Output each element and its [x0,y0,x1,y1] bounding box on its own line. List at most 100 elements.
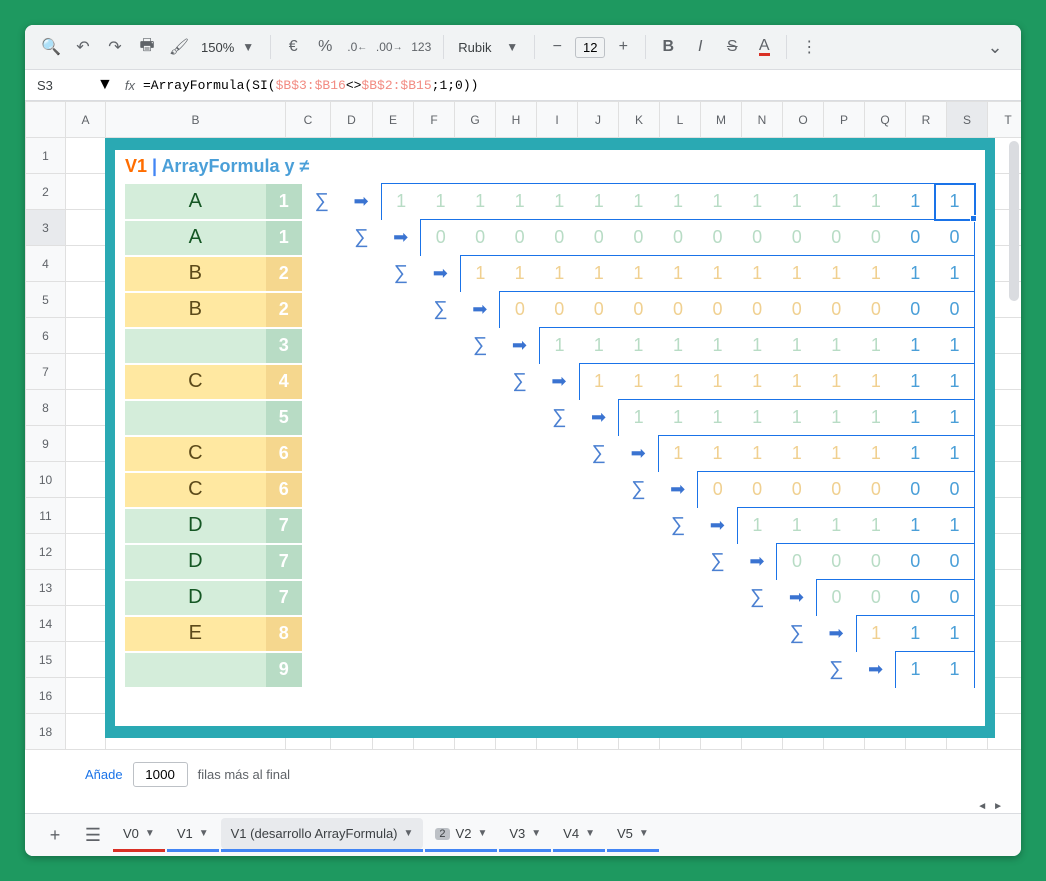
font-select[interactable]: Rubik [452,40,502,55]
chevron-down-icon[interactable]: ▼ [585,828,595,839]
row-header[interactable]: 7 [26,354,66,390]
vertical-scrollbar[interactable] [1009,141,1019,710]
cell[interactable] [66,390,106,426]
row-header[interactable]: 18 [26,714,66,750]
collapse-icon[interactable]: ⌄ [981,33,1009,61]
increase-font-button[interactable]: + [609,33,637,61]
chevron-down-icon[interactable]: ▼ [404,828,414,839]
cell[interactable] [66,606,106,642]
column-header[interactable]: H [496,102,537,138]
row-header[interactable]: 8 [26,390,66,426]
print-icon[interactable]: 🖶 [133,33,161,61]
cell[interactable] [66,138,106,174]
chevron-down-icon[interactable]: ▼ [199,828,209,839]
cell[interactable] [66,678,106,714]
chevron-down-icon[interactable]: ▼ [145,828,155,839]
text-color-button[interactable]: A [750,33,778,61]
column-header[interactable]: F [414,102,455,138]
bold-button[interactable]: B [654,33,682,61]
font-size-input[interactable]: 12 [575,37,605,58]
undo-icon[interactable]: ↶ [69,33,97,61]
column-header[interactable]: Q [865,102,906,138]
cell[interactable] [66,714,106,750]
chevron-down-icon[interactable]: ▼ [97,76,113,94]
decrease-font-button[interactable]: − [543,33,571,61]
row-header[interactable]: 6 [26,318,66,354]
row-header[interactable]: 5 [26,282,66,318]
sheet-tab[interactable]: V1 (desarrollo ArrayFormula)▼ [221,818,424,849]
add-rows-button[interactable]: Añade [85,767,123,782]
cell[interactable] [66,246,106,282]
sheet-tab[interactable]: V3▼ [499,818,551,849]
percent-icon[interactable]: % [311,33,339,61]
cell[interactable] [66,642,106,678]
redo-icon[interactable]: ↷ [101,33,129,61]
column-header[interactable]: I [537,102,578,138]
column-header[interactable]: T [988,102,1022,138]
currency-icon[interactable]: € [279,33,307,61]
chevron-down-icon[interactable]: ▼ [531,828,541,839]
column-header[interactable]: N [742,102,783,138]
sheet-tab[interactable]: V4▼ [553,818,605,849]
chevron-down-icon[interactable]: ▼ [506,40,526,54]
zoom-level[interactable]: 150% [197,40,238,55]
row-header[interactable]: 1 [26,138,66,174]
add-rows-input[interactable] [133,762,188,787]
number-format-icon[interactable]: 123 [407,33,435,61]
chevron-down-icon[interactable]: ▼ [639,828,649,839]
column-header[interactable]: P [824,102,865,138]
column-header[interactable]: E [373,102,414,138]
row-header[interactable]: 11 [26,498,66,534]
cell[interactable] [66,282,106,318]
cell[interactable] [66,534,106,570]
column-header[interactable]: K [619,102,660,138]
row-header[interactable]: 16 [26,678,66,714]
row-header[interactable]: 4 [26,246,66,282]
cell[interactable] [66,498,106,534]
chevron-down-icon[interactable]: ▼ [242,40,262,54]
column-header[interactable]: O [783,102,824,138]
cell[interactable] [66,174,106,210]
cell[interactable] [66,210,106,246]
column-header[interactable]: B [106,102,286,138]
horizontal-scrollbar[interactable]: ◄► [25,799,1021,813]
search-icon[interactable]: 🔍 [37,33,65,61]
column-header[interactable]: D [331,102,373,138]
column-header[interactable]: M [701,102,742,138]
sheet-tab[interactable]: V0▼ [113,818,165,849]
strike-button[interactable]: S [718,33,746,61]
column-header[interactable]: J [578,102,619,138]
paint-icon[interactable]: 🖌 [165,33,193,61]
formula-input[interactable]: =ArrayFormula(SI($B$3:$B16<>$B$2:$B15;1;… [143,78,478,93]
chevron-down-icon[interactable]: ▼ [477,828,487,839]
cell[interactable] [66,318,106,354]
sheet-tab[interactable]: 2V2▼ [425,818,497,849]
row-header[interactable]: 13 [26,570,66,606]
row-header[interactable]: 15 [26,642,66,678]
cell[interactable] [66,426,106,462]
column-header[interactable]: C [286,102,331,138]
all-sheets-button[interactable]: ☰ [75,818,111,852]
cell-name-box[interactable]: S3 [37,78,97,93]
row-header[interactable]: 3 [26,210,66,246]
sheet-tab[interactable]: V5▼ [607,818,659,849]
row-header[interactable]: 2 [26,174,66,210]
row-header[interactable]: 14 [26,606,66,642]
column-header[interactable]: R [906,102,947,138]
dec-plus-icon[interactable]: .00→ [375,33,403,61]
column-header[interactable]: L [660,102,701,138]
column-header[interactable]: A [66,102,106,138]
italic-button[interactable]: I [686,33,714,61]
more-icon[interactable]: ⋮ [795,33,823,61]
row-header[interactable]: 9 [26,426,66,462]
cell[interactable] [66,354,106,390]
add-sheet-button[interactable]: + [37,818,73,852]
cell[interactable] [66,570,106,606]
row-header[interactable]: 10 [26,462,66,498]
row-header[interactable]: 12 [26,534,66,570]
column-header[interactable]: G [455,102,496,138]
dec-minus-icon[interactable]: .0← [343,33,371,61]
sheet-tab[interactable]: V1▼ [167,818,219,849]
cell[interactable] [66,462,106,498]
column-header[interactable]: S [947,102,988,138]
